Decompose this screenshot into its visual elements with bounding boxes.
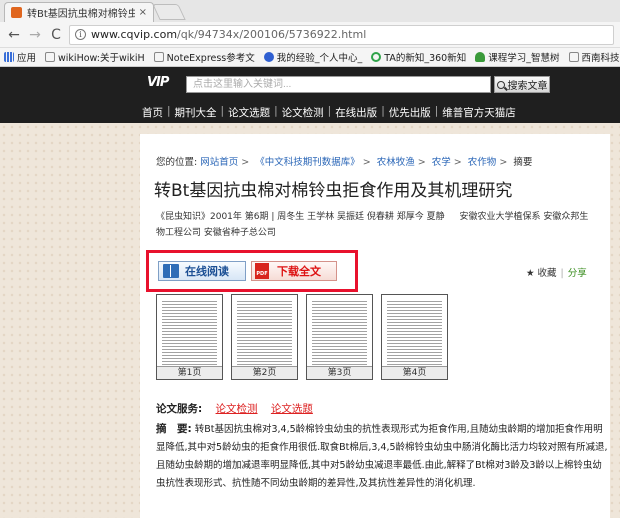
address-bar[interactable]: i www.cqvip.com/qk/94734x/200106/5736922…: [69, 24, 614, 45]
search-button[interactable]: 搜索文章: [494, 76, 550, 93]
service-label: 论文服务:: [156, 403, 203, 415]
share-button[interactable]: 分享: [568, 268, 587, 279]
nav-priority[interactable]: 优先出版: [389, 105, 431, 120]
pdf-icon: PDF: [255, 263, 269, 279]
search-input[interactable]: 点击这里输入关键词...: [186, 76, 491, 93]
read-online-label: 在线阅读: [185, 265, 229, 278]
favorite-button[interactable]: ★ 收藏: [526, 268, 557, 279]
favorite-share: ★ 收藏 | 分享: [526, 268, 587, 279]
breadcrumb-agronomy[interactable]: 农学: [432, 157, 451, 168]
breadcrumb-current: 摘要: [513, 157, 533, 168]
bookmark-swust[interactable]: 西南科技: [568, 50, 620, 64]
nav-topics[interactable]: 论文选题: [228, 105, 270, 120]
affiliation-2[interactable]: 物工程公司 安徽省种子总公司: [156, 228, 276, 238]
back-arrow-icon[interactable]: ←: [6, 27, 22, 43]
abstract: 摘 要: 转Bt基因抗虫棉对3,4,5龄棉铃虫幼虫的抗性表现形式为拒食作用,且随…: [156, 420, 608, 493]
abstract-label: 摘 要:: [156, 423, 192, 435]
article-panel: 您的位置: 网站首页 > 《中文科技期刊数据库》 > 农林牧渔 > 农学 > 农作物 > …: [140, 134, 610, 518]
download-label: 下载全文: [277, 265, 321, 278]
page-preview: [387, 301, 442, 367]
breadcrumb-database[interactable]: 《中文科技期刊数据库》: [255, 157, 360, 168]
page-label: 第3页: [307, 366, 372, 379]
search-icon: [496, 80, 505, 89]
bookmark-noteexpress[interactable]: NoteExpress参考文: [153, 50, 255, 64]
bookmark-label: 我的经验_个人中心_: [276, 53, 363, 64]
breadcrumb-crops[interactable]: 农作物: [468, 157, 497, 168]
forward-arrow-icon[interactable]: →: [27, 27, 43, 43]
close-tab-icon[interactable]: ×: [139, 7, 147, 18]
nav-publish[interactable]: 在线出版: [335, 105, 377, 120]
read-online-button[interactable]: 在线阅读: [158, 261, 246, 281]
page-label: 第4页: [382, 366, 447, 379]
page-thumbnail[interactable]: 第3页: [306, 294, 373, 380]
bookmark-apps[interactable]: 应用: [4, 50, 36, 64]
search-button-label: 搜索文章: [507, 81, 548, 92]
breadcrumb-agriculture[interactable]: 农林牧渔: [377, 157, 415, 168]
browser-tab[interactable]: 转Bt基因抗虫棉对棉铃虫 ×: [4, 2, 154, 22]
bookmark-zhihuishu[interactable]: 课程学习_智慧树: [475, 50, 560, 64]
browser-tab-strip: 转Bt基因抗虫棉对棉铃虫 ×: [0, 0, 620, 22]
affiliation-1[interactable]: 安徽农业大学植保系 安徽众邦生: [459, 212, 588, 222]
abstract-text: 转Bt基因抗虫棉对3,4,5龄棉铃虫幼虫的抗性表现形式为拒食作用,且随幼虫龄期的…: [156, 424, 608, 489]
bookmark-label: 课程学习_智慧树: [488, 53, 560, 64]
bookmark-label: 应用: [17, 53, 37, 64]
bookmarks-bar: 应用 wikiHow:关于wikiH NoteExpress参考文 我的经验_个…: [0, 48, 620, 67]
page-label: 第2页: [232, 366, 297, 379]
url-path: /qk/94734x/200106/5736922.html: [177, 28, 367, 41]
authors[interactable]: 周冬生 王学林 吴振廷 倪春耕 郑厚今 夏静: [277, 212, 444, 222]
bookmark-wikihow[interactable]: wikiHow:关于wikiH: [45, 50, 145, 64]
article-meta: 《昆虫知识》2001年 第6期 | 周冬生 王学林 吴振廷 倪春耕 郑厚今 夏静…: [156, 212, 589, 238]
nav-home[interactable]: 首页: [142, 105, 163, 120]
bookmark-label: 西南科技: [581, 53, 620, 64]
breadcrumb-prefix: 您的位置:: [156, 157, 198, 168]
bookmark-360[interactable]: TA的新知_360新知: [371, 50, 466, 64]
url-text: www.cqvip.com/qk/94734x/200106/5736922.h…: [91, 28, 366, 41]
new-tab-button[interactable]: [152, 4, 186, 20]
tab-title: 转Bt基因抗虫棉对棉铃虫: [27, 9, 135, 20]
site-nav: 首页 | 期刊大全 | 论文选题 | 论文检测 | 在线出版 | 优先出版 | 维普官方天猫…: [142, 105, 516, 120]
page-icon: [45, 52, 56, 62]
highlight-box: 在线阅读 PDF 下载全文: [146, 250, 358, 292]
site-favicon-icon: [11, 7, 22, 18]
apps-grid-icon: [4, 52, 14, 62]
page-preview: [312, 301, 367, 367]
vip-logo[interactable]: VIP: [147, 75, 183, 91]
nav-journals[interactable]: 期刊大全: [175, 105, 217, 120]
page-thumbnail[interactable]: 第4页: [381, 294, 448, 380]
page-preview: [237, 301, 292, 367]
reload-icon[interactable]: C: [48, 27, 64, 43]
nav-tmall[interactable]: 维普官方天猫店: [442, 105, 516, 120]
breadcrumb-home[interactable]: 网站首页: [200, 157, 238, 168]
q-icon: [371, 52, 382, 62]
paw-icon: [263, 52, 274, 62]
browser-toolbar: ← → C i www.cqvip.com/qk/94734x/200106/5…: [0, 22, 620, 48]
paper-service: 论文服务: 论文检测 论文选题: [156, 401, 323, 416]
book-icon: [163, 264, 179, 278]
bookmark-experience[interactable]: 我的经验_个人中心_: [263, 50, 363, 64]
page-thumbnail[interactable]: 第1页: [156, 294, 223, 380]
breadcrumb: 您的位置: 网站首页 > 《中文科技期刊数据库》 > 农林牧渔 > 农学 > 农作物 > …: [156, 157, 533, 168]
page-label: 第1页: [157, 366, 222, 379]
tree-icon: [475, 52, 486, 62]
journal-info[interactable]: 《昆虫知识》2001年 第6期: [156, 212, 269, 222]
bookmark-label: TA的新知_360新知: [384, 53, 467, 64]
bookmark-label: wikiHow:关于wikiH: [58, 53, 145, 64]
service-link-check[interactable]: 论文检测: [216, 403, 258, 415]
info-icon[interactable]: i: [75, 29, 86, 40]
page-thumbnails: 第1页 第2页 第3页 第4页: [156, 294, 456, 380]
page-icon: [153, 52, 164, 62]
site-header: VIP 点击这里输入关键词... 搜索文章 首页 | 期刊大全 | 论文选题 | 论文…: [0, 67, 620, 123]
bookmark-label: NoteExpress参考文: [166, 53, 255, 64]
page-icon: [568, 52, 579, 62]
article-title: 转Bt基因抗虫棉对棉铃虫拒食作用及其机理研究: [154, 181, 513, 201]
page-preview: [162, 301, 217, 367]
page-thumbnail[interactable]: 第2页: [231, 294, 298, 380]
url-host: www.cqvip.com: [91, 28, 178, 41]
service-link-topics[interactable]: 论文选题: [271, 403, 313, 415]
download-button[interactable]: PDF 下载全文: [251, 261, 337, 281]
nav-check[interactable]: 论文检测: [282, 105, 324, 120]
